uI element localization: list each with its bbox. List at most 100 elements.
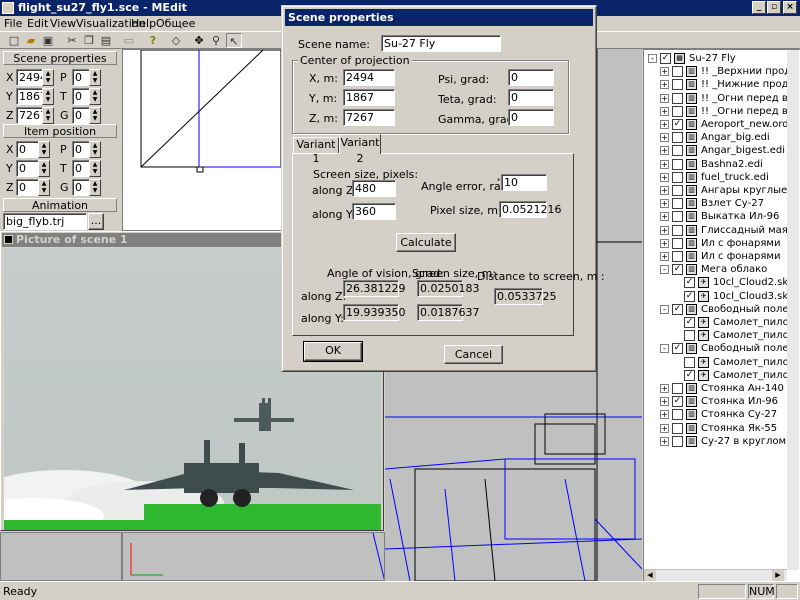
menu-general[interactable]: Общее (156, 16, 195, 31)
tree-item-checkbox[interactable]: ✓ (684, 290, 695, 302)
scene-name-field[interactable]: Su-27 Fly (381, 35, 501, 52)
item-z-spinner[interactable]: ▲ ▼ (38, 179, 50, 196)
pixel-size-field[interactable]: 0.0521216 (499, 201, 562, 218)
tree-hscroll[interactable]: ◀ ▶ (644, 569, 787, 581)
copy-icon[interactable]: ❐ (81, 33, 97, 48)
save-icon[interactable]: ▣ (40, 33, 56, 48)
teta-field[interactable]: 0 (508, 89, 554, 106)
scene-t-field[interactable]: 0 (72, 88, 90, 105)
pointer-icon[interactable]: ↖ (226, 33, 242, 48)
expand-icon[interactable]: + (660, 423, 669, 433)
tree-item-checkbox[interactable]: ✓ (684, 277, 695, 289)
expand-icon[interactable]: + (660, 186, 669, 195)
cancel-button[interactable]: Cancel (444, 345, 503, 364)
expand-icon[interactable]: + (660, 212, 669, 222)
expand-icon[interactable]: + (660, 159, 669, 169)
center-y-field[interactable]: 1867 (343, 89, 395, 106)
menu-help[interactable]: Help (131, 16, 156, 31)
menu-view[interactable]: View (50, 16, 76, 31)
scene-g-field[interactable]: 0 (72, 107, 90, 124)
scene-t-spinner[interactable]: ▲ ▼ (89, 88, 101, 105)
tree-item-checkbox[interactable] (672, 145, 683, 157)
item-x-spinner[interactable]: ▲ ▼ (38, 141, 50, 158)
psi-field[interactable]: 0 (508, 69, 554, 86)
item-t-field[interactable]: 0 (72, 160, 90, 177)
item-y-spinner[interactable]: ▲ ▼ (38, 160, 50, 177)
box-icon[interactable]: ◇ (168, 33, 184, 48)
expand-icon[interactable]: + (660, 93, 669, 103)
collapse-icon[interactable]: - (660, 344, 669, 354)
tree-item-checkbox[interactable] (672, 422, 683, 434)
gamma-field[interactable]: 0 (508, 109, 554, 126)
tree-item-checkbox[interactable]: ✓ (672, 119, 683, 130)
tree-item-checkbox[interactable] (672, 158, 683, 170)
tree-item-checkbox[interactable]: ✓ (672, 264, 683, 276)
tree-item-checkbox[interactable] (684, 330, 695, 342)
calculate-button[interactable]: Calculate (396, 233, 456, 252)
scroll-right-arrow-icon[interactable]: ▶ (772, 570, 784, 581)
scene-x-field[interactable]: 2494 (16, 69, 47, 86)
tree-item-checkbox[interactable]: ✓ (660, 53, 671, 64)
scene-y-field[interactable]: 1867 (16, 88, 47, 105)
expand-icon[interactable]: + (660, 238, 669, 248)
item-g-field[interactable]: 0 (72, 179, 90, 196)
close-button[interactable]: × (783, 1, 797, 14)
expand-icon[interactable]: + (660, 172, 669, 182)
angle-error-field[interactable]: 10 (501, 174, 547, 191)
paste-icon[interactable]: ▤ (98, 33, 114, 48)
expand-icon[interactable]: + (660, 397, 669, 407)
scene-y-spinner[interactable]: ▲ ▼ (42, 88, 54, 105)
animation-browse-button[interactable]: ... (88, 213, 104, 230)
scene-x-spinner[interactable]: ▲ ▼ (42, 69, 54, 86)
menu-file[interactable]: File (4, 16, 22, 31)
expand-icon[interactable]: + (660, 80, 669, 90)
tree-item-checkbox[interactable] (672, 251, 683, 262)
tree-item-checkbox[interactable] (672, 198, 683, 210)
tree-item-checkbox[interactable]: ✓ (684, 369, 695, 381)
expand-icon[interactable]: + (660, 106, 669, 116)
along-z-field[interactable]: 480 (352, 180, 396, 197)
open-icon[interactable]: ▰ (23, 33, 39, 48)
tab-variant-1[interactable]: Variant 1 (293, 137, 339, 165)
move-icon[interactable]: ✥ (191, 33, 207, 48)
zoom-icon[interactable]: ⚲ (208, 33, 224, 48)
dialog-title-bar[interactable]: Scene properties (285, 9, 593, 26)
tree-item-checkbox[interactable] (672, 211, 683, 223)
item-p-field[interactable]: 0 (72, 141, 90, 158)
expand-icon[interactable]: + (660, 384, 669, 393)
new-icon[interactable]: □ (6, 33, 22, 48)
expand-icon[interactable]: + (660, 120, 669, 129)
animation-file-field[interactable]: big_flyb.trj (3, 213, 87, 230)
tree-item-checkbox[interactable] (672, 383, 683, 394)
expand-icon[interactable]: + (660, 67, 669, 77)
tree-item-checkbox[interactable] (672, 66, 683, 78)
tree-item-checkbox[interactable] (672, 171, 683, 183)
print-icon[interactable]: ▭ (121, 33, 137, 48)
tree-item-checkbox[interactable] (672, 105, 683, 117)
collapse-icon[interactable]: - (660, 265, 669, 275)
along-y-field[interactable]: 360 (352, 203, 396, 220)
restore-button[interactable]: ▫ (767, 1, 781, 14)
item-g-spinner[interactable]: ▲ ▼ (89, 179, 101, 196)
tree-item-checkbox[interactable] (684, 356, 695, 368)
item-y-field[interactable]: 0 (16, 160, 40, 177)
tree-item-checkbox[interactable] (672, 435, 683, 447)
tree-item-checkbox[interactable] (672, 92, 683, 104)
expand-icon[interactable]: + (660, 225, 669, 235)
scene-p-spinner[interactable]: ▲ ▼ (89, 69, 101, 86)
scene-tree[interactable]: -✓▦Su-27 Fly+▥!! _Верхнии продольные ф+▥… (643, 49, 800, 582)
center-x-field[interactable]: 2494 (343, 69, 395, 86)
item-p-spinner[interactable]: ▲ ▼ (89, 141, 101, 158)
tree-item-checkbox[interactable] (672, 79, 683, 91)
tree-item-checkbox[interactable]: ✓ (672, 303, 683, 315)
tree-item-checkbox[interactable] (672, 237, 683, 249)
expand-icon[interactable]: + (660, 252, 669, 261)
scroll-left-arrow-icon[interactable]: ◀ (644, 570, 656, 581)
tree-item-checkbox[interactable]: ✓ (672, 343, 683, 355)
tab-variant-2[interactable]: Variant 2 (339, 134, 381, 165)
expand-icon[interactable]: + (660, 436, 669, 446)
scene-z-field[interactable]: 7267 (16, 107, 47, 124)
item-t-spinner[interactable]: ▲ ▼ (89, 160, 101, 177)
center-z-field[interactable]: 7267 (343, 109, 395, 126)
cut-icon[interactable]: ✂ (64, 33, 80, 48)
